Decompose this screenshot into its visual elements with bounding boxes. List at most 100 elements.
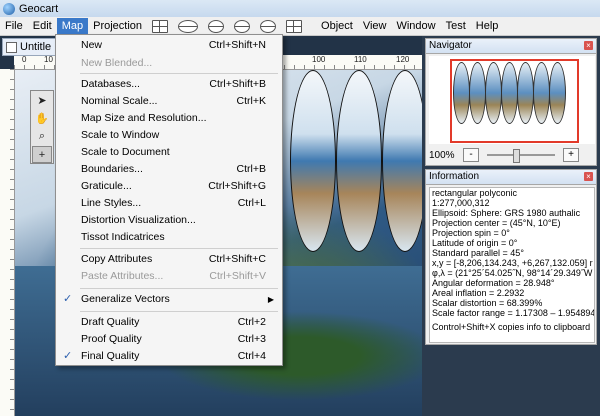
menu-item-nominal-scale[interactable]: Nominal Scale... Ctrl+K [56, 93, 282, 110]
menu-item-shortcut: Ctrl+Shift+C [208, 253, 266, 265]
map-gore [336, 70, 382, 252]
menu-object[interactable]: Object [316, 18, 358, 34]
navigator-header: Navigator × [426, 39, 596, 54]
menu-item-scale-to-window[interactable]: Scale to Window [56, 127, 282, 144]
ruler-label: 10 [44, 55, 53, 64]
close-icon[interactable]: × [584, 41, 593, 50]
menu-item-label: Boundaries... [81, 163, 143, 175]
title-bar: Geocart [0, 0, 600, 17]
info-line: 1:277,000,312 [432, 198, 490, 208]
menu-item-tissot-indicatrices[interactable]: Tissot Indicatrices [56, 229, 282, 246]
navigator-title: Navigator [429, 40, 472, 51]
menu-item-label: New [81, 39, 103, 51]
menu-test[interactable]: Test [441, 18, 471, 34]
menu-item-proof-quality[interactable]: Proof Quality Ctrl+3 [56, 331, 282, 348]
zoom-out-button[interactable]: - [463, 148, 479, 162]
menu-item-label: Line Styles... [81, 197, 142, 209]
menu-item-shortcut: Ctrl+L [237, 197, 266, 209]
zoom-in-button[interactable]: + [563, 148, 579, 162]
information-title: Information [429, 171, 480, 182]
zoom-slider[interactable] [487, 149, 555, 163]
menu-map[interactable]: Map [56, 18, 89, 34]
menu-item-shortcut: Ctrl+2 [237, 316, 266, 328]
menu-item-generalize-vectors[interactable]: ✓ Generalize Vectors ▶ [56, 291, 282, 308]
menu-item-label: Generalize Vectors [81, 293, 170, 305]
zoom-level: 100% [429, 149, 455, 161]
ruler-label: 0 [22, 55, 27, 64]
zoom-slider-thumb[interactable] [513, 149, 520, 163]
ellipse-projection-icon[interactable] [178, 19, 199, 33]
navigator-preview[interactable] [429, 56, 595, 144]
arrow-tool-icon[interactable]: ➤ [32, 92, 52, 109]
menu-help[interactable]: Help [471, 18, 504, 34]
menu-item-shortcut: Ctrl+3 [237, 333, 266, 345]
menu-item-final-quality[interactable]: ✓ Final Quality Ctrl+4 [56, 348, 282, 365]
menu-window[interactable]: Window [391, 18, 440, 34]
tool-palette: ➤ ✋ ⌕ + [30, 90, 54, 164]
info-line: Scalar distortion = 68.399% [432, 298, 543, 308]
info-line: Latitude of origin = 0° [432, 238, 518, 248]
polyhedral-projection-icon[interactable] [286, 19, 303, 33]
menu-item-shortcut: Ctrl+Shift+G [208, 180, 266, 192]
menu-separator [80, 248, 278, 249]
window-title: Geocart [19, 2, 59, 15]
zoom-controls: 100% - + [429, 147, 595, 163]
menu-item-copy-attributes[interactable]: Copy Attributes Ctrl+Shift+C [56, 251, 282, 268]
viewport-frame[interactable] [450, 59, 579, 143]
menu-item-label: New Blended... [81, 57, 153, 69]
menu-edit[interactable]: Edit [28, 18, 57, 34]
vertical-ruler [0, 69, 15, 416]
checkmark-icon: ✓ [63, 350, 73, 362]
info-line: Ellipsoid: Sphere: GRS 1980 authalic [432, 208, 581, 218]
information-header: Information × [426, 170, 596, 185]
info-line: φ,λ = (21°25´54.025˝N, 98°14´29.349˝W [432, 268, 593, 278]
menu-item-shortcut: Ctrl+Shift+B [209, 78, 266, 90]
menu-item-new[interactable]: New Ctrl+Shift+N [56, 37, 282, 54]
menu-item-shortcut: Ctrl+K [236, 95, 266, 107]
ruler-label: 120 [396, 55, 410, 64]
menu-item-label: Scale to Window [81, 129, 160, 141]
menu-item-shortcut: Ctrl+Shift+V [209, 270, 266, 282]
menu-item-graticule[interactable]: Graticule... Ctrl+Shift+G [56, 178, 282, 195]
menu-item-label: Draft Quality [81, 316, 140, 328]
menu-item-scale-to-document[interactable]: Scale to Document [56, 144, 282, 161]
menu-item-label: Distortion Visualization... [81, 214, 196, 226]
navigator-panel: Navigator × 100% - + [425, 38, 597, 166]
menu-file[interactable]: File [0, 18, 28, 34]
crosshair-tool-icon[interactable]: + [32, 146, 52, 163]
menu-item-distortion-visualization[interactable]: Distortion Visualization... [56, 212, 282, 229]
menu-item-map-size-and-resolution[interactable]: Map Size and Resolution... [56, 110, 282, 127]
zoom-tool-icon[interactable]: ⌕ [32, 128, 52, 145]
menu-item-shortcut: Ctrl+Shift+N [208, 39, 266, 51]
info-line: Angular deformation = 28.948° [432, 278, 555, 288]
menu-item-label: Tissot Indicatrices [81, 231, 165, 243]
menu-item-databases[interactable]: Databases... Ctrl+Shift+B [56, 76, 282, 93]
menu-separator [80, 288, 278, 289]
grid-projection-icon[interactable] [152, 19, 169, 33]
globe-projection-icon[interactable] [260, 19, 277, 33]
menu-item-label: Nominal Scale... [81, 95, 158, 107]
menu-item-new-blended: New Blended... [56, 55, 282, 72]
menu-item-line-styles[interactable]: Line Styles... Ctrl+L [56, 195, 282, 212]
information-text: rectangular polyconic 1:277,000,312 Ellips… [429, 187, 595, 343]
info-line: Projection spin = 0° [432, 228, 510, 238]
menu-separator [80, 73, 278, 74]
menu-item-boundaries[interactable]: Boundaries... Ctrl+B [56, 161, 282, 178]
map-menu-dropdown: New Ctrl+Shift+N New Blended... Databases..… [55, 34, 283, 366]
azimuthal-projection-icon[interactable] [234, 19, 251, 33]
conic-projection-icon[interactable] [208, 19, 225, 33]
info-line: Standard parallel = 45° [432, 248, 524, 258]
map-gore [382, 70, 422, 252]
close-icon[interactable]: × [584, 172, 593, 181]
info-line: Projection center = (45°N, 10°E) [432, 218, 561, 228]
menu-item-draft-quality[interactable]: Draft Quality Ctrl+2 [56, 314, 282, 331]
info-line: x,y = [-8,206,134.243, +6,267,132.059] r [432, 258, 593, 268]
menu-item-label: Paste Attributes... [81, 270, 164, 282]
menu-projection[interactable]: Projection [88, 18, 147, 34]
document-tab-title: Untitle [20, 41, 52, 53]
hand-tool-icon[interactable]: ✋ [32, 110, 52, 127]
menu-view[interactable]: View [358, 18, 392, 34]
info-line: Areal inflation = 2.2932 [432, 288, 525, 298]
document-icon [6, 41, 17, 53]
ruler-label: 100 [312, 55, 326, 64]
